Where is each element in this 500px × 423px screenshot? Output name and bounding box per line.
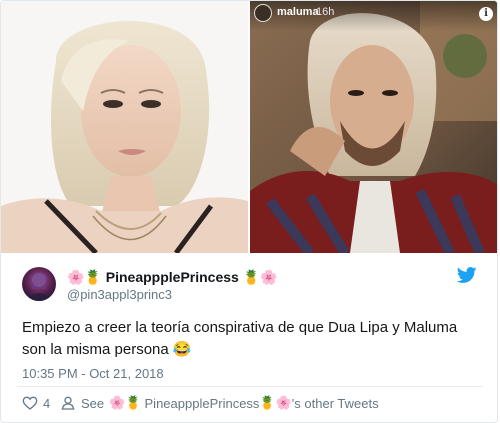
name-emoji-suffix: 🍍🌸 [242,270,278,286]
info-icon[interactable]: i [479,7,493,21]
others-emoji-prefix: 🌸🍍 [109,395,142,411]
author-avatar[interactable] [22,267,56,301]
others-name: PineappplePrincess [144,395,260,411]
like-count: 4 [43,395,51,411]
like-button[interactable]: 4 [22,394,50,412]
author-handle[interactable]: @pin3appl3princ3 [67,287,172,302]
tweet-timestamp[interactable]: 10:35 PM - Oct 21, 2018 [22,366,164,381]
divider [17,386,483,387]
tweet-text: Empiezo a creer la teoría conspirativa d… [22,319,458,358]
author-name-text: PineappplePrincess [105,269,239,285]
others-emoji-suffix: 🍍🌸 [259,395,292,411]
instagram-time: 16h [316,6,335,18]
person-icon [61,396,75,410]
instagram-avatar[interactable] [254,4,272,22]
portrait-right-illustration [250,1,497,253]
heart-outline-icon [22,396,38,410]
see-label: See [81,395,105,411]
name-emoji-prefix: 🌸🍍 [67,270,102,286]
instagram-story-header: maluma 16h i [250,1,497,31]
embedded-tweet-card: maluma 16h i 🌸🍍 PineappplePrincess 🍍🌸 @p… [0,0,498,423]
photo-right[interactable]: maluma 16h i [250,1,497,253]
instagram-username[interactable]: maluma [277,6,319,18]
see-other-tweets-link[interactable]: See 🌸🍍 PineappplePrincess 🍍🌸 's other Tw… [60,394,379,412]
author-display-name[interactable]: 🌸🍍 PineappplePrincess 🍍🌸 [67,269,278,286]
tweet-media[interactable]: maluma 16h i [1,1,497,253]
others-suffix: 's other Tweets [291,395,379,411]
avatar-illustration [27,272,51,301]
twitter-bird-icon[interactable] [457,265,477,285]
photo-left[interactable] [1,1,248,253]
portrait-left-illustration [1,1,248,253]
